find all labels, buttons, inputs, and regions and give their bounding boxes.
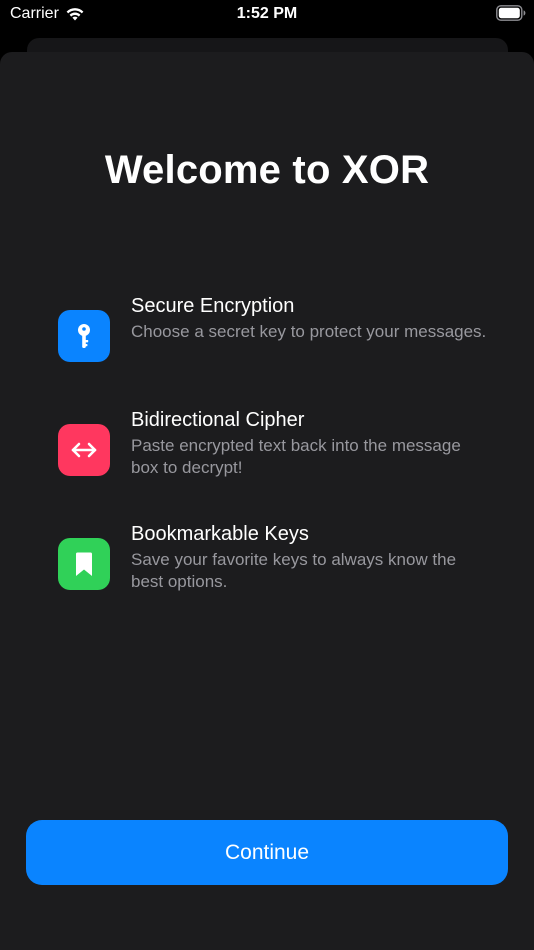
key-icon: [78, 324, 90, 348]
feature-description: Paste encrypted text back into the messa…: [131, 436, 461, 477]
feature-title: Secure Encryption: [131, 295, 295, 317]
feature-bidirectional-cipher: Bidirectional Cipher Paste encrypted tex…: [58, 409, 478, 496]
feature-title: Bookmarkable Keys: [131, 523, 309, 545]
status-time: 1:52 PM: [236, 5, 298, 22]
screen: Carrier 1:52 PM Welcome to XOR Secure En…: [0, 0, 534, 950]
feature-icon-tile: [58, 538, 110, 590]
feature-icon-tile: [58, 310, 110, 362]
feature-icon-tile: [58, 424, 110, 476]
feature-title: Bidirectional Cipher: [131, 409, 305, 431]
welcome-title: Welcome to XOR: [104, 148, 430, 192]
bookmark-icon: [76, 552, 92, 576]
feature-text: Secure Encryption Choose a secret key to…: [131, 293, 491, 343]
feature-text: Bidirectional Cipher Paste encrypted tex…: [131, 407, 491, 479]
feature-description: Choose a secret key to protect your mess…: [131, 322, 487, 341]
arrow-left-right-icon: [71, 442, 97, 458]
status-bar: Carrier 1:52 PM: [0, 0, 534, 30]
feature-description: Save your favorite keys to always know t…: [131, 550, 457, 591]
feature-text: Bookmarkable Keys Save your favorite key…: [131, 521, 491, 593]
battery-icon: [496, 5, 526, 21]
feature-bookmarkable-keys: Bookmarkable Keys Save your favorite key…: [58, 523, 478, 610]
continue-button[interactable]: Continue: [26, 820, 508, 885]
feature-secure-encryption: Secure Encryption Choose a secret key to…: [58, 295, 486, 382]
